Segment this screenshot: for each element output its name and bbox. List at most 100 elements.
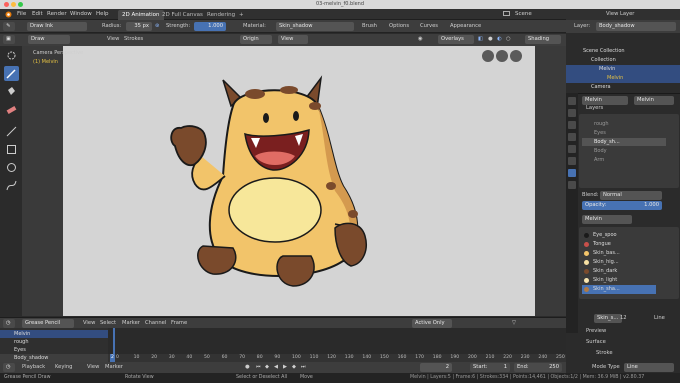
material-slot-0[interactable]: Eye_spoo (582, 231, 656, 240)
dopesheet-frame-menu[interactable]: Frame (171, 319, 187, 328)
timeline-view-menu[interactable]: View (87, 363, 99, 372)
view-selector[interactable]: View (278, 35, 308, 44)
next-keyframe-icon[interactable]: ◆ (292, 363, 296, 372)
jump-end-icon[interactable]: ⏭ (301, 363, 306, 372)
layer-row-body[interactable]: Body (582, 147, 666, 155)
overlays-dropdown[interactable]: Overlays (438, 35, 474, 44)
appearance-menu[interactable]: Appearance (450, 22, 481, 31)
line-tool-icon[interactable] (4, 124, 19, 139)
zoom-gizmo-icon[interactable] (482, 50, 494, 62)
channel-melvin[interactable]: Melvin (0, 330, 108, 338)
material-slot-5[interactable]: Skin_light (582, 276, 656, 285)
material-slot-name[interactable]: Skin_s... (594, 314, 622, 323)
strokes-menu[interactable]: Strokes (124, 35, 143, 44)
shading-solid-icon[interactable]: ● (488, 35, 493, 44)
render-properties-tab-icon[interactable] (568, 109, 576, 117)
dopesheet-marker-menu[interactable]: Marker (122, 319, 140, 328)
tool-settings-icon[interactable]: ✎ (3, 22, 15, 31)
keying-menu[interactable]: Keying (55, 363, 72, 372)
editor-type-icon[interactable]: ▣ (3, 35, 15, 44)
layer-selector[interactable]: Body_shadow (596, 22, 676, 31)
material-tab-icon[interactable] (568, 181, 576, 189)
layer-row-arm[interactable]: Arm (582, 156, 666, 164)
camera-canvas[interactable] (63, 46, 535, 316)
output-properties-tab-icon[interactable] (568, 121, 576, 129)
current-frame-field[interactable]: 2 (420, 363, 452, 372)
outliner-collection[interactable]: Collection (566, 56, 680, 65)
play-icon[interactable]: ▶ (283, 363, 287, 372)
radius-field[interactable]: 35 px (126, 22, 152, 31)
circle-tool-icon[interactable] (4, 160, 19, 175)
zoom-window-button[interactable] (18, 2, 23, 7)
material-slot-6[interactable]: Skin_sha... (582, 285, 656, 294)
menu-file[interactable]: File (17, 10, 26, 19)
mode-type-selector[interactable]: Line (624, 363, 674, 372)
scene-selector[interactable]: Scene (515, 10, 532, 19)
filter-icon[interactable]: ▽ (512, 319, 516, 328)
brush-selector[interactable]: Draw Ink (27, 22, 87, 31)
add-workspace-button[interactable]: + (235, 10, 248, 20)
material-slot-2[interactable]: Skin_bas... (582, 249, 656, 258)
dopesheet-mode-selector[interactable]: Grease Pencil (22, 319, 74, 328)
blender-logo-icon[interactable] (4, 10, 12, 19)
properties-data-name[interactable]: Melvin (634, 96, 674, 105)
polyline-tool-icon[interactable] (4, 142, 19, 157)
channel-rough[interactable]: rough (0, 338, 108, 346)
layer-row-rough[interactable]: rough (582, 120, 666, 128)
visibility-icon[interactable]: ◉ (418, 35, 423, 44)
editor-type-icon[interactable]: ◷ (3, 319, 15, 328)
mode-selector[interactable]: Draw (28, 35, 70, 44)
shading-rendered-icon[interactable]: ○ (506, 35, 511, 44)
preview-panel-title[interactable]: Preview (586, 327, 606, 336)
xray-icon[interactable]: ◧ (478, 35, 483, 44)
blend-selector[interactable]: Normal (600, 191, 662, 200)
layer-row-body-shadow[interactable]: Body_sh... (582, 138, 666, 146)
timeline-marker-menu[interactable]: Marker (105, 363, 123, 372)
minimize-window-button[interactable] (11, 2, 16, 7)
shading-dropdown[interactable]: Shading (525, 35, 561, 44)
curves-menu[interactable]: Curves (420, 22, 438, 31)
menu-edit[interactable]: Edit (32, 10, 43, 19)
opacity-slider[interactable]: Opacity: 1.000 (582, 201, 662, 210)
erase-tool-icon[interactable] (4, 102, 19, 117)
options-menu[interactable]: Options (389, 22, 409, 31)
stroke-subpanel-title[interactable]: Stroke (596, 349, 613, 358)
draw-tool-icon[interactable] (4, 66, 19, 81)
surface-panel-title[interactable]: Surface (586, 338, 606, 347)
channel-body-shadow[interactable]: Body_shadow (0, 354, 108, 362)
cursor-tool-icon[interactable] (4, 48, 19, 63)
outliner-melvin-data[interactable]: Melvin (566, 74, 680, 83)
tab-2d-animation[interactable]: 2D Animation (118, 10, 164, 20)
fill-tool-icon[interactable] (4, 84, 19, 99)
frame-ruler[interactable]: 0 10 20 30 40 50 60 70 80 90 100 110 120 130 140 150 160… (108, 354, 566, 362)
object-properties-tab-icon[interactable] (568, 157, 576, 165)
play-reverse-icon[interactable]: ◀ (274, 363, 278, 372)
dopesheet-select-menu[interactable]: Select (100, 319, 116, 328)
close-window-button[interactable] (4, 2, 9, 7)
menu-render[interactable]: Render (47, 10, 67, 19)
view-layer-selector[interactable]: View Layer (606, 10, 634, 19)
outliner-melvin-object[interactable]: Melvin (566, 65, 680, 74)
channel-eyes[interactable]: Eyes (0, 346, 108, 354)
end-frame-field[interactable]: End: 250 (514, 363, 562, 372)
jump-start-icon[interactable]: ⏮ (256, 363, 261, 372)
view-menu[interactable]: View (107, 35, 119, 44)
origin-selector[interactable]: Origin (240, 35, 272, 44)
start-frame-field[interactable]: Start: 1 (470, 363, 510, 372)
object-data-tab-icon[interactable] (568, 169, 576, 177)
tab-rendering[interactable]: Rendering (203, 10, 239, 20)
playback-menu[interactable]: Playback (22, 363, 45, 372)
layers-panel-title[interactable]: Layers (586, 104, 603, 113)
curve-tool-icon[interactable] (4, 178, 19, 193)
record-icon[interactable]: ● (245, 363, 250, 372)
timeline-editor-icon[interactable]: ◷ (3, 363, 15, 372)
world-properties-tab-icon[interactable] (568, 145, 576, 153)
tab-2d-full-canvas[interactable]: 2D Full Canvas (158, 10, 207, 20)
material-slot-3[interactable]: Skin_hig... (582, 258, 656, 267)
material-slot-4[interactable]: Skin_dark (582, 267, 656, 276)
material-slot-1[interactable]: Tongue (582, 240, 656, 249)
pressure-icon[interactable]: ⊛ (155, 22, 159, 31)
dopesheet-channel-menu[interactable]: Channel (145, 319, 166, 328)
tool-properties-tab-icon[interactable] (568, 97, 576, 105)
scene-properties-tab-icon[interactable] (568, 133, 576, 141)
